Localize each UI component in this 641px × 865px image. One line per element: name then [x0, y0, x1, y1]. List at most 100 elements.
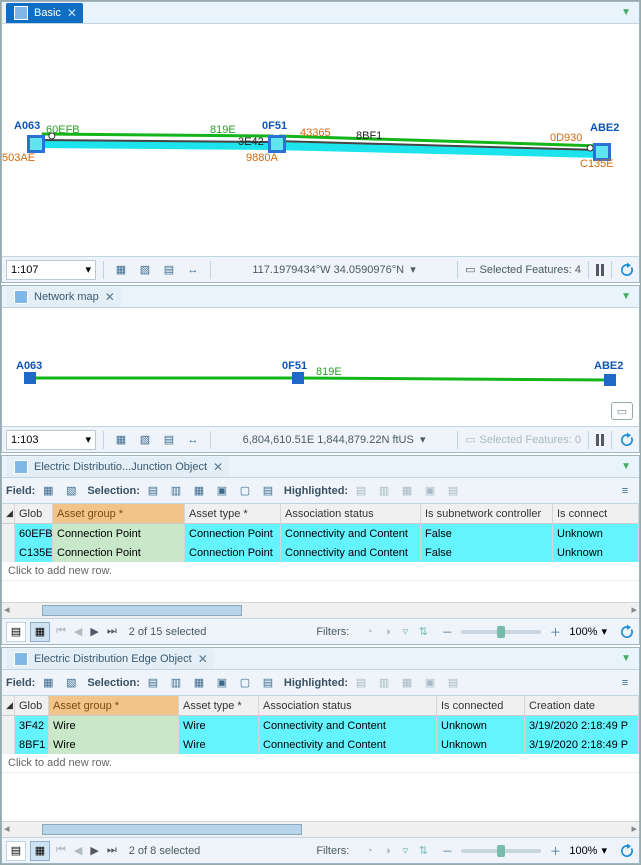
- sel-icon-4[interactable]: ▣: [212, 673, 232, 693]
- edge-grid[interactable]: ◢ Glob Asset group * Asset type * Associ…: [2, 696, 639, 837]
- view-all-button[interactable]: ▤: [6, 622, 26, 642]
- hl-icon-5: ▤: [443, 481, 463, 501]
- sel-icon-2[interactable]: ▥: [166, 481, 186, 501]
- nm-node-a[interactable]: [24, 372, 36, 384]
- tool-icon-1[interactable]: ▦: [111, 260, 131, 280]
- refresh-icon[interactable]: [619, 432, 635, 448]
- sel-icon-1[interactable]: ▤: [143, 481, 163, 501]
- last-icon[interactable]: ⏭: [105, 625, 119, 638]
- close-icon[interactable]: ✕: [198, 652, 208, 666]
- zoom-control[interactable]: － ＋ 100%▾: [437, 841, 607, 861]
- junction-grid[interactable]: ◢ Glob Asset group * Asset type * Associ…: [2, 504, 639, 618]
- zoom-control[interactable]: － ＋ 100%▾: [437, 622, 607, 642]
- junction-footer: ▤ ▦ ⏮ ◀ ▶ ⏭ 2 of 15 selected Filters: ◔ …: [2, 618, 639, 644]
- filter-updown-icon[interactable]: ⇅: [415, 844, 431, 858]
- table-icon: [14, 652, 28, 666]
- table-row[interactable]: 3F42 Wire Wire Connectivity and Content …: [2, 716, 639, 735]
- tab-network[interactable]: Network map ✕: [6, 287, 121, 307]
- zoom-in-icon[interactable]: ＋: [545, 622, 565, 642]
- field-add-icon[interactable]: ▦: [38, 481, 58, 501]
- network-canvas[interactable]: A063 0F51 ABE2 819E ▭: [2, 308, 639, 426]
- new-row[interactable]: Click to add new row.: [2, 562, 639, 581]
- scale-input[interactable]: 1:103▾: [6, 430, 96, 450]
- coordinates[interactable]: 117.1979434°W 34.0590976°N ▾: [218, 263, 450, 276]
- dropdown-icon[interactable]: ▼: [617, 7, 635, 18]
- nm-node-c[interactable]: [604, 374, 616, 386]
- coordinates[interactable]: 6,804,610.51E 1,844,879.22N ftUS ▾: [218, 433, 450, 446]
- filter-extent-icon[interactable]: ▿: [397, 844, 413, 858]
- basic-canvas[interactable]: A063 0F51 ABE2 60EFB 503AE 819E 3E42 433…: [2, 24, 639, 256]
- tab-label: Basic: [34, 7, 61, 19]
- hl-icon-2: ▥: [374, 673, 394, 693]
- dropdown-icon[interactable]: ▼: [617, 291, 635, 302]
- pause-button[interactable]: [596, 264, 604, 276]
- pause-button[interactable]: [596, 434, 604, 446]
- next-icon[interactable]: ▶: [88, 844, 100, 857]
- sel-icon-1[interactable]: ▤: [143, 673, 163, 693]
- nm-node-b[interactable]: [292, 372, 304, 384]
- hl-icon-4: ▣: [420, 481, 440, 501]
- map-icon: [14, 6, 28, 20]
- sel-icon-2[interactable]: ▥: [166, 673, 186, 693]
- dropdown-icon[interactable]: ▼: [617, 461, 635, 472]
- tab-junction[interactable]: Electric Distributio...Junction Object ✕: [6, 457, 229, 477]
- zoom-out-icon[interactable]: －: [437, 841, 457, 861]
- field-add-icon[interactable]: ▦: [38, 673, 58, 693]
- label-a063: A063: [14, 120, 40, 132]
- node-0f51[interactable]: [268, 135, 286, 153]
- zoom-out-icon[interactable]: －: [437, 622, 457, 642]
- table-row[interactable]: 8BF1 Wire Wire Connectivity and Content …: [2, 735, 639, 754]
- tool-icon-3[interactable]: ▤: [159, 430, 179, 450]
- view-selected-button[interactable]: ▦: [30, 622, 50, 642]
- menu-icon[interactable]: ≡: [615, 673, 635, 693]
- last-icon[interactable]: ⏭: [105, 844, 119, 857]
- select-icon: ▭: [465, 433, 475, 446]
- sel-icon-6[interactable]: ▤: [258, 673, 278, 693]
- tool-icon-3[interactable]: ▤: [159, 260, 179, 280]
- view-all-button[interactable]: ▤: [6, 841, 26, 861]
- refresh-icon[interactable]: [619, 262, 635, 278]
- scale-input[interactable]: 1:107▾: [6, 260, 96, 280]
- filter-extent-icon[interactable]: ▿: [397, 625, 413, 639]
- field-calc-icon[interactable]: ▧: [61, 673, 81, 693]
- dropdown-icon[interactable]: ▼: [617, 653, 635, 664]
- tool-icon-4[interactable]: ↔: [183, 260, 203, 280]
- refresh-icon[interactable]: [619, 843, 635, 859]
- sel-icon-5[interactable]: ▢: [235, 673, 255, 693]
- selected-features[interactable]: ▭ Selected Features: 4: [465, 263, 581, 276]
- table-row[interactable]: 60EFB Connection Point Connection Point …: [2, 524, 639, 543]
- hscroll[interactable]: ◂ ▸: [2, 602, 639, 618]
- expand-icon[interactable]: ◢: [6, 508, 13, 519]
- filter-time-icon: ◔: [361, 844, 377, 858]
- filter-range-icon: ◑: [379, 625, 395, 639]
- close-icon[interactable]: ✕: [213, 460, 223, 474]
- tool-icon-2[interactable]: ▧: [135, 430, 155, 450]
- menu-icon[interactable]: ≡: [615, 481, 635, 501]
- refresh-icon[interactable]: [619, 624, 635, 640]
- expand-icon[interactable]: ◢: [6, 700, 13, 711]
- next-icon[interactable]: ▶: [88, 625, 100, 638]
- prev-icon: ◀: [72, 625, 84, 638]
- field-calc-icon[interactable]: ▧: [61, 481, 81, 501]
- close-icon[interactable]: ✕: [105, 290, 115, 304]
- tab-edge[interactable]: Electric Distribution Edge Object ✕: [6, 649, 214, 669]
- sel-icon-6[interactable]: ▤: [258, 481, 278, 501]
- table-row[interactable]: C135E Connection Point Connection Point …: [2, 543, 639, 562]
- sel-icon-4[interactable]: ▣: [212, 481, 232, 501]
- filter-updown-icon[interactable]: ⇅: [415, 625, 431, 639]
- tool-icon-2[interactable]: ▧: [135, 260, 155, 280]
- sel-icon-5[interactable]: ▢: [235, 481, 255, 501]
- tab-basic[interactable]: Basic ✕: [6, 3, 83, 23]
- edge-toolbar: Field: ▦ ▧ Selection: ▤ ▥ ▦ ▣ ▢ ▤ Highli…: [2, 670, 639, 696]
- overview-icon[interactable]: ▭: [611, 402, 633, 420]
- node-a063[interactable]: [27, 135, 45, 153]
- sel-icon-3[interactable]: ▦: [189, 481, 209, 501]
- new-row[interactable]: Click to add new row.: [2, 754, 639, 773]
- hscroll[interactable]: ◂ ▸: [2, 821, 639, 837]
- tool-icon-4[interactable]: ↔: [183, 430, 203, 450]
- zoom-in-icon[interactable]: ＋: [545, 841, 565, 861]
- tool-icon-1[interactable]: ▦: [111, 430, 131, 450]
- close-icon[interactable]: ✕: [67, 6, 77, 20]
- sel-icon-3[interactable]: ▦: [189, 673, 209, 693]
- view-selected-button[interactable]: ▦: [30, 841, 50, 861]
